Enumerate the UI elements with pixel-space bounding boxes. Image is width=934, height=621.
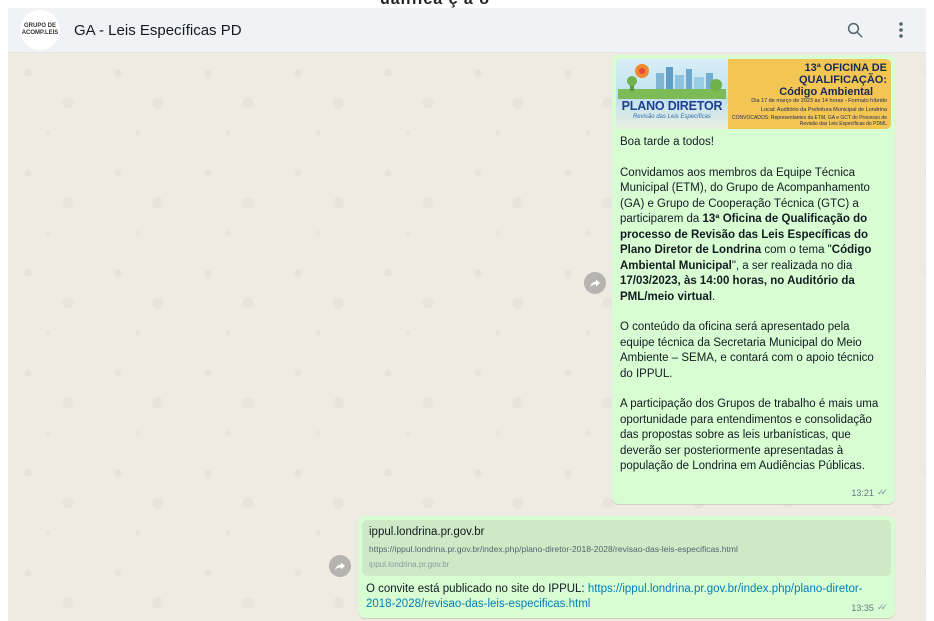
forward-icon[interactable] — [329, 555, 351, 577]
delivered-ticks-icon: ✓✓ — [876, 487, 888, 497]
message-bubble-invitation[interactable]: PLANO DIRETOR Revisão das Leis Específic… — [612, 55, 895, 504]
banner-heading-2: Código Ambiental — [779, 86, 873, 98]
banner-text-panel: 13ª OFICINA DE QUALIFICAÇÃO: Código Ambi… — [728, 59, 891, 129]
chat-panel[interactable]: PLANO DIRETOR Revisão das Leis Específic… — [8, 53, 926, 621]
message-timestamp: 13:21 ✓✓ — [851, 487, 888, 498]
message-bubble-link[interactable]: ippul.londrina.pr.gov.br https://ippul.l… — [358, 516, 895, 618]
message-prefix-text: O convite está publicado no site do IPPU… — [366, 583, 588, 595]
banner-convocados: CONVOCADOS: Representantes da ETM, GA e … — [732, 115, 887, 127]
banner-heading-1: 13ª OFICINA DE QUALIFICAÇÃO: — [799, 62, 887, 86]
link-preview-card[interactable]: ippul.londrina.pr.gov.br https://ippul.l… — [362, 520, 891, 576]
chat-title[interactable]: GA - Leis Específicas PD — [74, 22, 242, 39]
link-preview-url: https://ippul.londrina.pr.gov.br/index.p… — [369, 544, 738, 554]
delivered-ticks-icon: ✓✓ — [876, 602, 888, 612]
content-paragraph: O conteúdo da oficina será apresentado p… — [620, 321, 874, 380]
plano-diretor-logo: PLANO DIRETOR Revisão das Leis Específic… — [616, 59, 728, 129]
link-preview-title: ippul.londrina.pr.gov.br — [369, 526, 485, 538]
message-text: Boa tarde a todos! Convidamos aos membro… — [620, 135, 886, 490]
timestamp-text: 13:35 — [851, 602, 874, 613]
invite-text-3: ", a ser realizada no dia — [731, 259, 853, 272]
banner-location: Local: Auditório da Prefeitura Municipal… — [761, 107, 887, 113]
forward-icon[interactable] — [584, 272, 606, 294]
greeting-text: Boa tarde a todos! — [620, 136, 714, 148]
invite-text-2: com o tema " — [761, 244, 832, 256]
search-icon[interactable] — [844, 19, 866, 41]
kebab-menu-icon[interactable] — [890, 19, 912, 41]
avatar-text-line2: ACOMP.LEIS — [21, 30, 59, 36]
logo-title: PLANO DIRETOR — [621, 99, 723, 113]
invite-text-4: . — [712, 290, 716, 303]
message-timestamp: 13:35 ✓✓ — [851, 602, 888, 613]
link-preview-domain: ippul.londrina.pr.gov.br — [369, 560, 450, 569]
avatar-text-line1: GRUPO DE — [23, 23, 56, 29]
group-avatar[interactable]: GRUPO DE ACOMP.LEIS — [20, 10, 60, 50]
participation-paragraph: A participação dos Grupos de trabalho é … — [620, 398, 879, 472]
timestamp-text: 13:21 — [851, 487, 874, 498]
chat-header: GRUPO DE ACOMP.LEIS GA - Leis Específica… — [8, 8, 926, 53]
logo-subtitle: Revisão das Leis Específicas — [632, 114, 712, 120]
event-banner-image[interactable]: PLANO DIRETOR Revisão das Leis Específic… — [616, 59, 891, 129]
message-text: O convite está publicado no site do IPPU… — [366, 582, 891, 612]
invite-bold-3: 17/03/2023, às 14:00 horas, no Auditório… — [620, 275, 855, 303]
city-skyline-illustration — [618, 64, 726, 99]
banner-date: Dia 17 de março de 2023 às 14 horas - Fo… — [751, 98, 887, 104]
invitation-paragraph: Convidamos aos membros da Equipe Técnica… — [620, 166, 886, 306]
